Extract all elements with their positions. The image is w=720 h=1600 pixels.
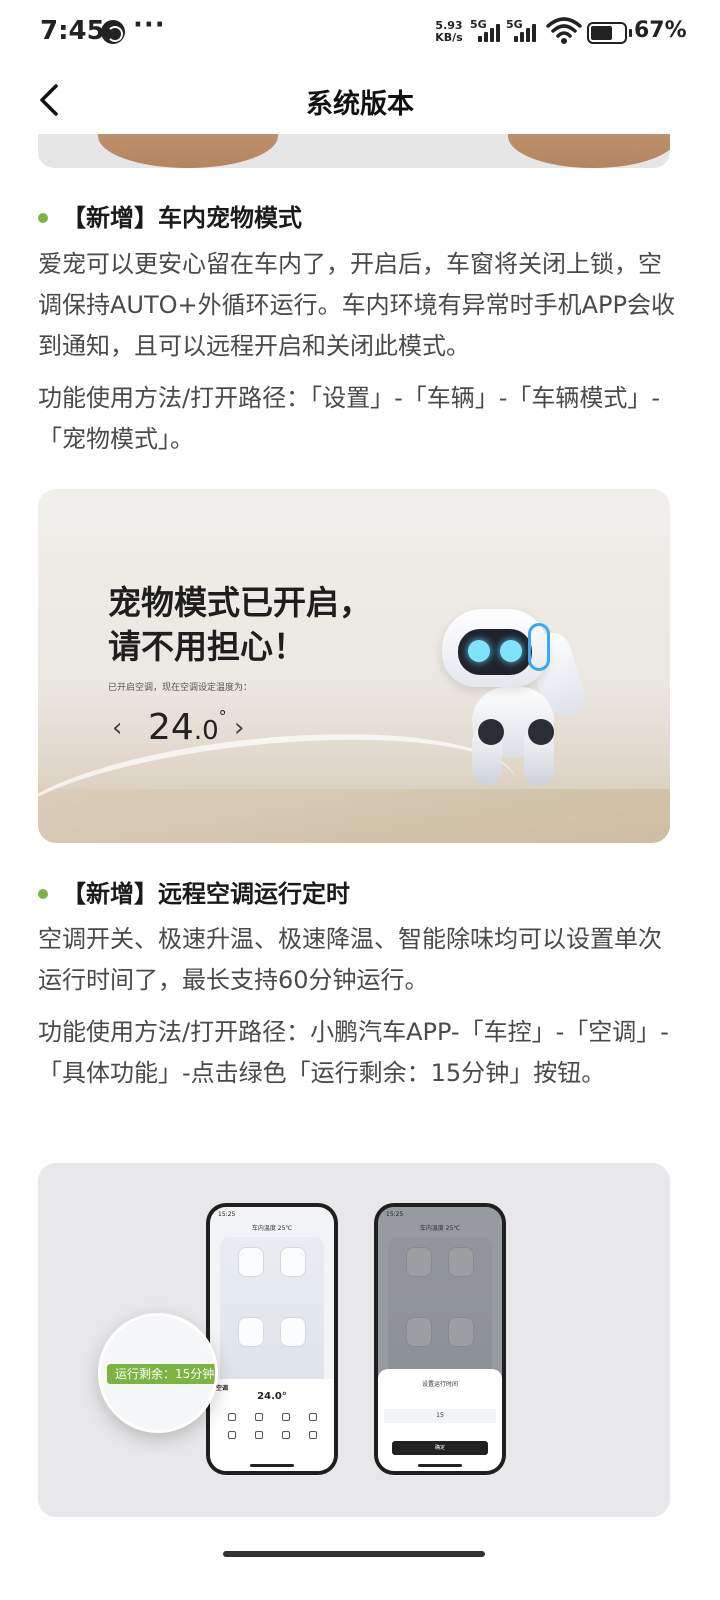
bullet-dot [38,888,48,899]
section-title-ac-timer: 【新增】远程空调运行定时 [38,874,350,909]
phone1-temp: 24.0° [257,1391,287,1402]
phone1-status: 15:25 [218,1211,236,1218]
nav-bar: 系统版本 [0,64,720,134]
temp-increase-icon: › [234,713,245,743]
network-speed-text: 5.93 KB/s [435,19,463,44]
robot-dog-illustration [432,599,592,789]
ac-timer-image: 15:25 车内温度 25℃ 空调 24.0° 15:25 车内温度 25℃ 设… [38,1163,670,1517]
temp-unit: ° [218,707,227,726]
home-indicator[interactable] [223,1551,485,1557]
phone2-sheet-value: 15 [384,1409,496,1423]
phone-mockup-1: 15:25 车内温度 25℃ 空调 24.0° [206,1203,338,1475]
wifi-icon [546,17,582,44]
signal-sim2-icon: 5G [506,18,542,44]
pet-headline-line1: 宠物模式已开启， [108,583,372,622]
phone1-header: 车内温度 25℃ [251,1225,293,1232]
section-title-pet-mode: 【新增】车内宠物模式 [38,198,302,233]
phone-mockup-2: 15:25 车内温度 25℃ 设置运行时间 15 确定 [374,1203,506,1475]
pet-mode-usage: 功能使用方法/打开路径：「设置」-「车辆」-「车辆模式」-「宠物模式」。 [38,384,661,453]
pet-mode-description: 爱宠可以更安心留在车内了，开启后，车窗将关闭上锁，空调保持AUTO+外循环运行。… [38,250,676,360]
run-remaining-pill: 运行剩余：15分钟 › [107,1364,215,1384]
bullet-dot [38,212,48,223]
phone2-sheet-button: 确定 [392,1441,488,1455]
pet-mode-image: 宠物模式已开启， 请不用担心！ 已开启空调，现在空调设定温度为： ‹ 24.0°… [38,489,670,843]
temp-integer: 24 [148,707,194,748]
status-bar: 7:45 ··· 5.93 KB/s 5G 5G 67% [0,0,720,64]
pet-mode-subtitle: 已开启空调，现在空调设定温度为： [108,683,253,693]
ac-timer-description: 空调开关、极速升温、极速降温、智能除味均可以设置单次运行时间了，最长支持60分钟… [38,925,662,994]
section-title-text: 【新增】远程空调运行定时 [62,880,350,908]
section-title-text: 【新增】车内宠物模式 [62,204,302,232]
notification-icon [101,20,125,44]
pet-mode-headline: 宠物模式已开启， 请不用担心！ [108,581,372,669]
ac-timer-usage: 功能使用方法/打开路径：小鹏汽车APP-「车控」-「空调」-「具体功能」-点击绿… [38,1018,669,1087]
previous-section-image [38,134,670,168]
pet-headline-line2: 请不用担心！ [108,627,306,666]
network-speed: 5.93 KB/s [432,20,466,44]
signal-sim1-icon: 5G [470,18,506,44]
temperature-value: 24.0° [148,707,227,748]
page-title: 系统版本 [306,89,414,120]
sim2-label: 5G [506,18,523,31]
battery-percent: 67% [634,18,687,43]
status-time: 7:45 [40,16,105,46]
sim1-label: 5G [470,18,487,31]
phone2-sheet-title: 设置运行时间 [421,1381,458,1388]
temp-decrease-icon: ‹ [112,713,123,743]
more-notifications-icon: ··· [133,10,166,40]
battery-fill [591,26,612,40]
battery-icon [587,22,632,44]
magnifier-callout: 运行剩余：15分钟 › [98,1313,218,1433]
temp-decimal: .0 [193,716,219,746]
